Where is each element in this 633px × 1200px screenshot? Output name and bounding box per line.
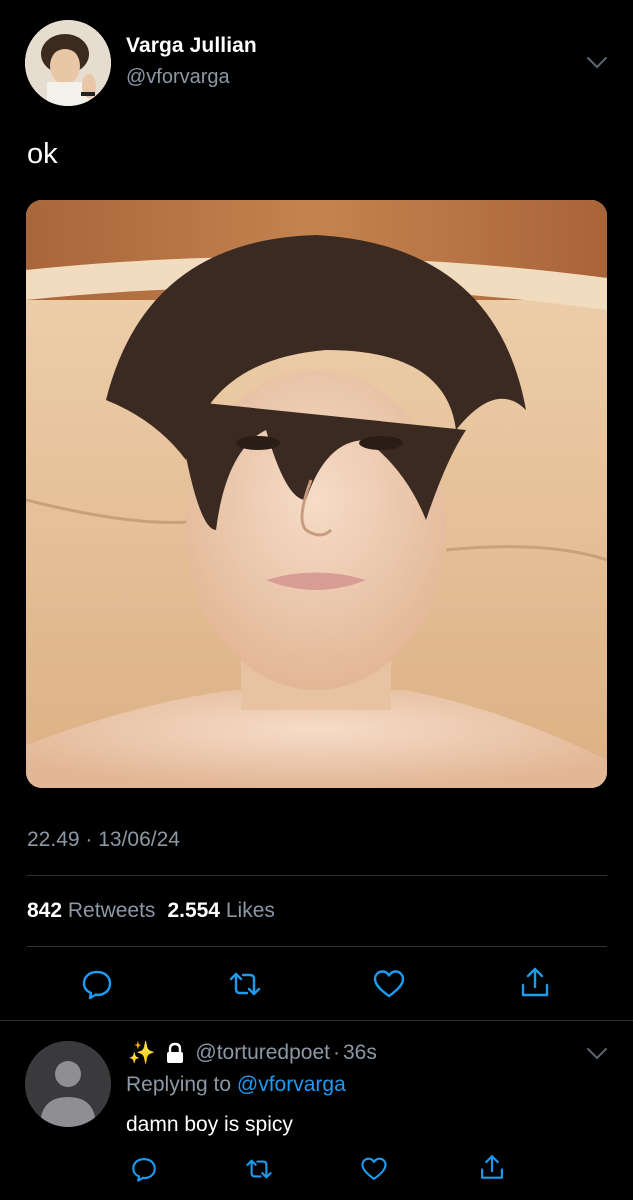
sparkles-emoji: ✨ — [128, 1040, 156, 1065]
default-avatar-icon — [25, 1041, 111, 1127]
speech-bubble-icon[interactable] — [80, 967, 114, 1001]
heart-icon[interactable] — [360, 1155, 388, 1183]
retweet-icon[interactable] — [245, 1155, 273, 1183]
chevron-down-icon[interactable] — [585, 55, 609, 71]
heart-icon[interactable] — [372, 967, 406, 1001]
reply-time: 36s — [342, 1041, 377, 1064]
tweet-photo[interactable] — [26, 200, 607, 788]
likes-count[interactable]: 2.554 — [167, 899, 220, 922]
reply-handle[interactable]: @torturedpoet — [195, 1041, 330, 1065]
lock-icon — [167, 1042, 184, 1063]
share-icon[interactable] — [478, 1153, 506, 1181]
reply-header: ✨ @torturedpoet · 36s — [128, 1040, 377, 1066]
divider — [27, 875, 607, 876]
tweet-stats: 842 Retweets 2.554 Likes — [27, 899, 275, 923]
retweet-icon[interactable] — [228, 967, 262, 1001]
chevron-down-icon[interactable] — [585, 1046, 609, 1062]
replying-to: Replying to @vforvarga — [126, 1073, 346, 1097]
retweets-label[interactable]: Retweets — [68, 899, 156, 922]
reply-text: damn boy is spicy — [126, 1113, 293, 1136]
speech-bubble-icon[interactable] — [130, 1155, 158, 1183]
divider — [27, 946, 607, 947]
likes-label[interactable]: Likes — [226, 899, 275, 922]
replying-prefix: Replying to — [126, 1073, 232, 1096]
share-icon[interactable] — [518, 965, 552, 999]
replying-to-link[interactable]: @vforvarga — [237, 1073, 346, 1096]
section-divider — [0, 1020, 633, 1021]
author-avatar-image — [25, 20, 111, 106]
tweet-photo-image — [26, 200, 607, 788]
tweet-text: ok — [27, 138, 58, 170]
author-avatar[interactable] — [25, 20, 111, 106]
author-name[interactable]: Varga Jullian — [126, 34, 257, 58]
retweets-count[interactable]: 842 — [27, 899, 62, 922]
tweet-timestamp: 22.49 · 13/06/24 — [27, 828, 180, 851]
author-handle[interactable]: @vforvarga — [126, 66, 230, 89]
reply-avatar[interactable] — [25, 1041, 111, 1127]
reply-separator: · — [332, 1041, 340, 1064]
